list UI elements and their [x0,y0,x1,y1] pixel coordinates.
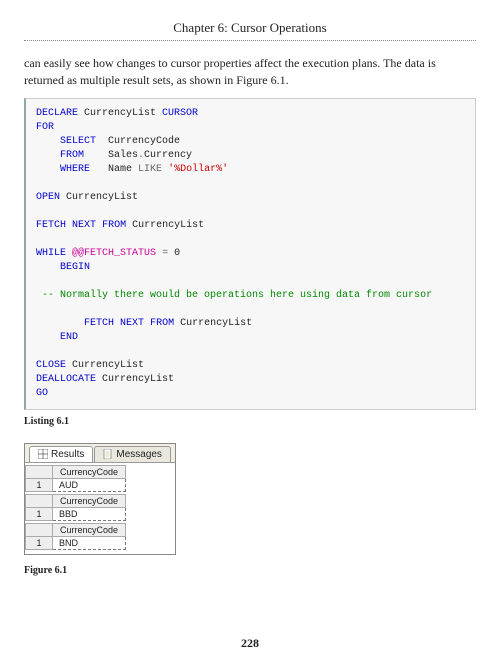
cell-value[interactable]: AUD [53,478,126,491]
kw-for: FOR [36,122,54,133]
kw-fetch2: FETCH [36,318,114,329]
sql-comment: -- Normally there would be operations he… [36,290,432,301]
kw-next: NEXT [72,220,96,231]
intro-paragraph: can easily see how changes to cursor pro… [24,55,476,90]
column-header[interactable]: CurrencyCode [53,465,126,478]
figure-caption: Figure 6.1 [24,565,476,576]
sql-code-listing: DECLARE CurrencyList CURSOR FOR SELECT C… [24,98,476,410]
kw-go: GO [36,388,48,399]
tab-messages-label: Messages [116,449,162,460]
string-literal: '%Dollar%' [168,164,228,175]
kw-next2: NEXT [120,318,144,329]
header-divider [24,40,476,41]
corner-cell [26,494,53,507]
kw-fetch: FETCH [36,220,66,231]
row-number[interactable]: 1 [26,507,53,520]
kw-from: FROM [36,150,84,161]
cell-value[interactable]: BND [53,536,126,549]
kw-begin: BEGIN [36,262,90,273]
row-number[interactable]: 1 [26,536,53,549]
document-icon [103,449,113,459]
kw-where: WHERE [36,164,90,175]
kw-open: OPEN [36,192,60,203]
tab-bar: Results Messages [25,444,175,462]
results-panel: Results Messages CurrencyCode 1AUD Curre… [24,443,176,555]
result-grids: CurrencyCode 1AUD CurrencyCode 1BBD Curr… [25,462,175,554]
tab-messages[interactable]: Messages [94,446,171,462]
kw-from2: FROM [102,220,126,231]
column-header[interactable]: CurrencyCode [53,494,126,507]
tab-results-label: Results [51,449,84,460]
kw-close: CLOSE [36,360,66,371]
kw-select: SELECT [36,136,96,147]
tab-results[interactable]: Results [29,446,93,462]
kw-while: WHILE [36,248,66,259]
result-grid-3: CurrencyCode 1BND [25,523,126,550]
corner-cell [26,465,53,478]
cell-value[interactable]: BBD [53,507,126,520]
result-grid-2: CurrencyCode 1BBD [25,494,126,521]
chapter-header: Chapter 6: Cursor Operations [24,20,476,36]
result-grid-1: CurrencyCode 1AUD [25,465,126,492]
corner-cell [26,523,53,536]
fetch-status-var: @@FETCH_STATUS [72,248,156,259]
kw-cursor: CURSOR [162,108,198,119]
kw-like: LIKE [138,164,162,175]
row-number[interactable]: 1 [26,478,53,491]
kw-deallocate: DEALLOCATE [36,374,96,385]
kw-from3: FROM [150,318,174,329]
grid-icon [38,449,48,459]
listing-caption: Listing 6.1 [24,416,476,427]
column-header[interactable]: CurrencyCode [53,523,126,536]
page-number: 228 [24,636,476,651]
kw-end: END [36,332,78,343]
kw-declare: DECLARE [36,108,78,119]
